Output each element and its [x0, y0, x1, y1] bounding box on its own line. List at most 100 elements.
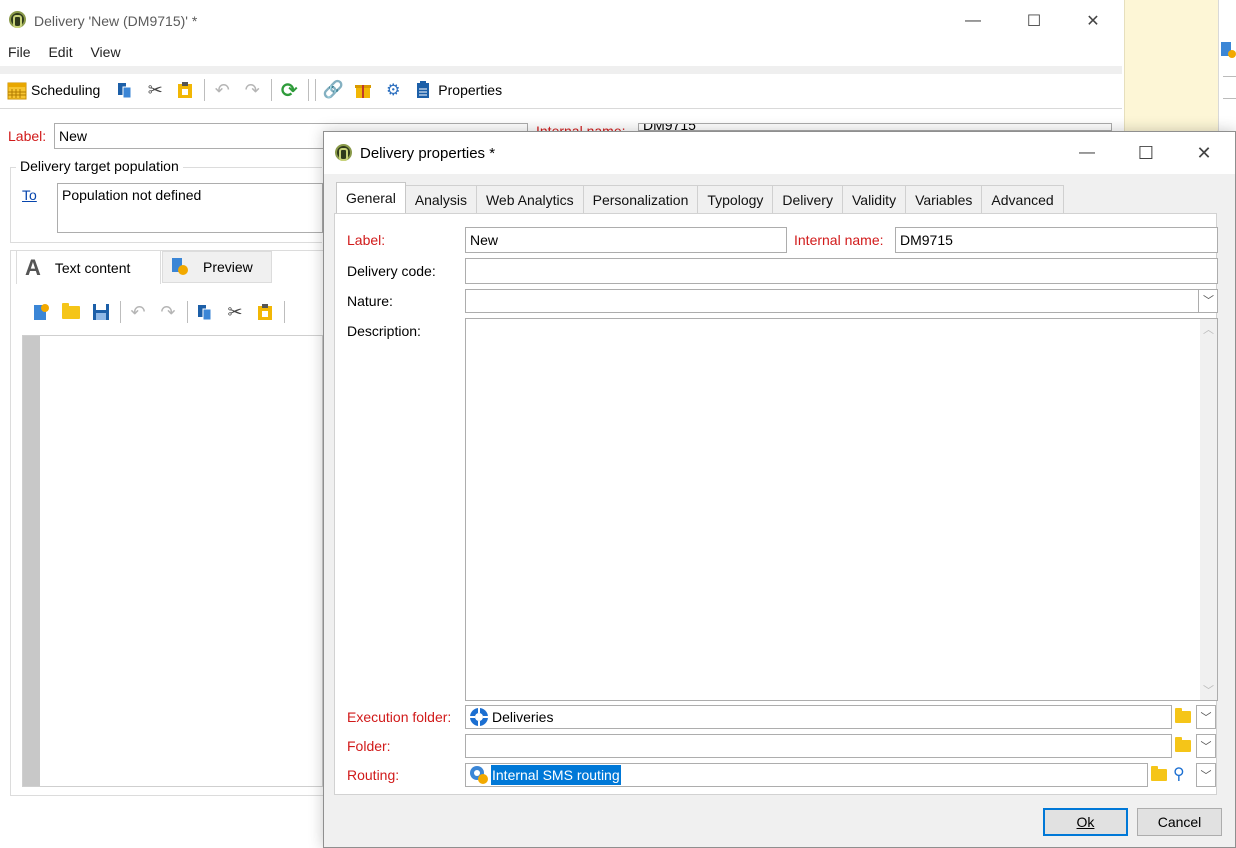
scroll-down-icon[interactable]: ﹀: [1200, 682, 1217, 698]
folder-icon[interactable]: [1175, 737, 1191, 752]
folder-icon[interactable]: [1151, 766, 1167, 781]
menu-view[interactable]: View: [90, 44, 120, 60]
menu-file[interactable]: File: [8, 44, 31, 60]
tab-analysis[interactable]: Analysis: [404, 185, 477, 213]
toolbar-separator: [204, 79, 206, 101]
maximize-button[interactable]: ☐: [1011, 6, 1057, 36]
chevron-down-icon[interactable]: ﹀: [1196, 734, 1216, 758]
internal-name-caption: Internal name:: [536, 123, 626, 131]
tab-text-content-label: Text content: [54, 259, 131, 276]
redo-icon[interactable]: ↷: [241, 79, 263, 101]
deliveries-icon: [469, 707, 489, 727]
nature-value: [466, 292, 470, 308]
cancel-button[interactable]: Cancel: [1137, 808, 1222, 836]
gift-icon[interactable]: [352, 79, 374, 101]
delivery-code-input[interactable]: [465, 258, 1218, 284]
to-link[interactable]: To: [22, 187, 37, 203]
search-icon[interactable]: ⚲: [1173, 764, 1185, 784]
folder-caption: Folder:: [347, 738, 391, 754]
nature-caption: Nature:: [347, 293, 393, 309]
tab-validity[interactable]: Validity: [841, 185, 907, 213]
execution-folder-value: Deliveries: [492, 709, 554, 725]
tab-web-analytics[interactable]: Web Analytics: [475, 185, 584, 213]
label-input[interactable]: New: [465, 227, 787, 253]
tab-personalization[interactable]: Personalization: [582, 185, 699, 213]
dialog-maximize-button[interactable]: ☐: [1123, 138, 1169, 168]
text-editor[interactable]: [22, 335, 323, 787]
internal-name-value: DM9715: [643, 123, 696, 131]
label-caption: Label:: [347, 232, 386, 248]
redo-icon[interactable]: ↷: [157, 301, 179, 323]
delivery-code-caption: Delivery code:: [347, 263, 436, 279]
scroll-up-icon[interactable]: ︿: [1200, 321, 1217, 337]
delivery-properties-dialog: Delivery properties * — ☐ ✕ General Anal…: [323, 131, 1236, 848]
app-logo-icon: [335, 144, 352, 161]
target-population-heading: Delivery target population: [16, 158, 183, 174]
chevron-down-icon[interactable]: ﹀: [1196, 705, 1216, 729]
paste-icon[interactable]: [254, 301, 276, 323]
toolbar-separator: [187, 301, 188, 323]
tab-preview[interactable]: Preview: [162, 251, 272, 283]
folder-icon[interactable]: [1175, 708, 1191, 723]
tab-delivery[interactable]: Delivery: [772, 185, 843, 213]
toolbar-divider: [0, 66, 1122, 74]
calendar-icon: [6, 79, 28, 101]
connection-icon[interactable]: ⚙: [382, 79, 404, 101]
toolbar-separator: [308, 79, 310, 101]
tab-variables[interactable]: Variables: [905, 185, 983, 213]
dialog-title: Delivery properties *: [360, 145, 496, 162]
properties-button[interactable]: Properties: [438, 82, 502, 98]
properties-icon[interactable]: [412, 79, 434, 101]
description-scrollbar[interactable]: ︿ ﹀: [1200, 319, 1217, 700]
chevron-down-icon[interactable]: ﹀: [1198, 290, 1217, 312]
minimize-button[interactable]: —: [950, 6, 996, 36]
dialog-titlebar: Delivery properties * — ☐ ✕: [324, 132, 1235, 174]
toolbar-separator: [271, 79, 273, 101]
app-logo-icon: [9, 11, 26, 28]
population-box[interactable]: Population not defined: [57, 183, 323, 233]
toolbar-bottom-border: [0, 108, 1122, 109]
tab-typology[interactable]: Typology: [697, 185, 774, 213]
undo-icon[interactable]: ↶: [211, 79, 233, 101]
description-caption: Description:: [347, 323, 421, 339]
copy-icon[interactable]: [114, 79, 136, 101]
link-icon[interactable]: 🔗: [322, 79, 344, 101]
tab-general[interactable]: General: [336, 182, 406, 213]
editor-toolbar: ↶ ↷ ✂: [30, 300, 291, 324]
label-caption: Label:: [8, 128, 47, 144]
open-folder-icon[interactable]: [60, 301, 82, 323]
edge-icon: [1220, 40, 1236, 63]
window-title: Delivery 'New (DM9715)' *: [34, 13, 198, 29]
refresh-icon[interactable]: ⟳: [278, 79, 300, 102]
execution-folder-input[interactable]: Deliveries: [465, 705, 1172, 729]
internal-name-input[interactable]: DM9715: [895, 227, 1218, 253]
save-icon[interactable]: [90, 301, 112, 323]
editor-gutter: [23, 336, 40, 786]
cut-icon[interactable]: ✂: [144, 79, 166, 101]
undo-icon[interactable]: ↶: [127, 301, 149, 323]
scheduling-button[interactable]: Scheduling: [31, 82, 100, 98]
routing-input[interactable]: Internal SMS routing: [465, 763, 1148, 787]
internal-name-input[interactable]: DM9715: [638, 123, 1112, 131]
menu-bar: File Edit View: [8, 44, 135, 60]
menu-edit[interactable]: Edit: [48, 44, 72, 60]
chevron-down-icon[interactable]: ﹀: [1196, 763, 1216, 787]
dialog-close-button[interactable]: ✕: [1181, 138, 1227, 168]
description-textarea[interactable]: ︿ ﹀: [465, 318, 1218, 701]
execution-folder-caption: Execution folder:: [347, 709, 452, 725]
copy-icon[interactable]: [194, 301, 216, 323]
dialog-tabs: General Analysis Web Analytics Personali…: [336, 182, 1064, 213]
tab-advanced[interactable]: Advanced: [981, 185, 1064, 213]
new-file-icon[interactable]: [30, 301, 52, 323]
cancel-label: Cancel: [1157, 814, 1202, 830]
ok-button[interactable]: Ok: [1043, 808, 1128, 836]
nature-select[interactable]: ﹀: [465, 289, 1218, 313]
general-tab-panel: Label: New Internal name: DM9715 Deliver…: [334, 213, 1218, 795]
edge-divider: [1223, 76, 1236, 77]
folder-input[interactable]: [465, 734, 1172, 758]
dialog-minimize-button[interactable]: —: [1064, 138, 1110, 168]
tab-text-content[interactable]: A Text content: [16, 250, 161, 284]
paste-icon[interactable]: [174, 79, 196, 101]
cut-icon[interactable]: ✂: [224, 301, 246, 323]
close-button[interactable]: ✕: [1070, 6, 1116, 36]
